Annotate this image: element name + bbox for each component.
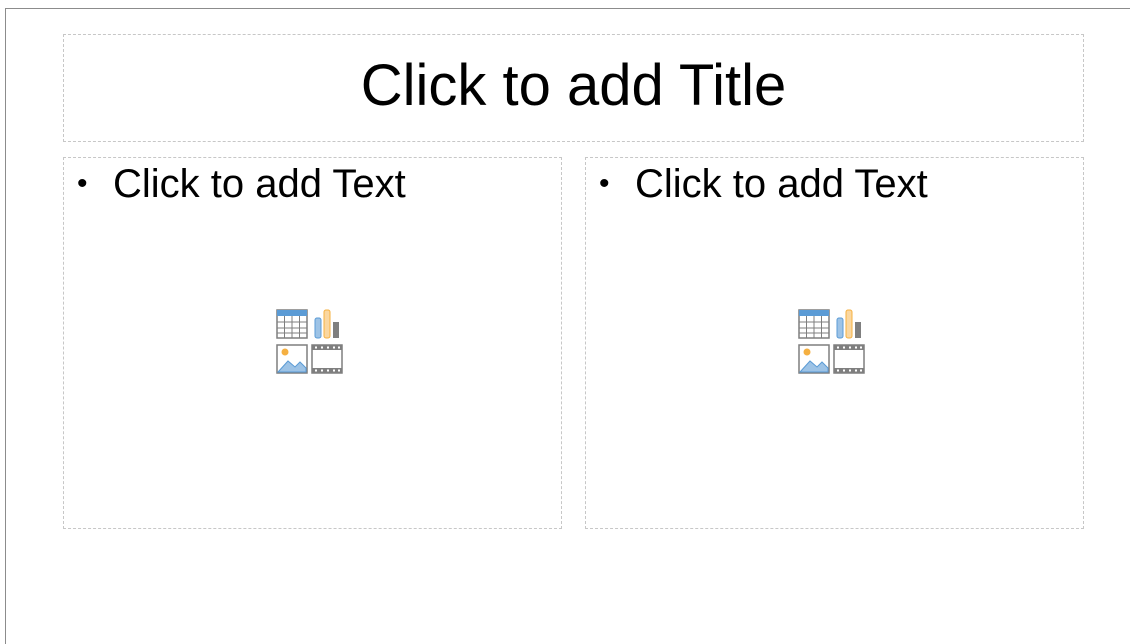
insert-image-icon[interactable] <box>276 343 311 378</box>
bullet-marker: • <box>599 167 610 200</box>
insert-video-icon[interactable] <box>311 343 346 378</box>
content-placeholder-right[interactable]: • Click to add Text <box>585 157 1084 529</box>
insert-table-icon[interactable] <box>798 308 833 343</box>
insert-video-icon[interactable] <box>833 343 868 378</box>
insert-chart-icon[interactable] <box>833 308 868 343</box>
text-placeholder-row: • Click to add Text <box>599 160 928 208</box>
content-placeholder-left[interactable]: • Click to add Text <box>63 157 562 529</box>
insert-image-icon[interactable] <box>798 343 833 378</box>
bullet-marker: • <box>77 167 88 200</box>
slide-canvas: Click to add Title • Click to add Text •… <box>5 8 1130 644</box>
insert-object-icons <box>798 308 868 378</box>
text-placeholder-label: Click to add Text <box>113 162 406 206</box>
text-placeholder-row: • Click to add Text <box>77 160 406 208</box>
title-placeholder-text: Click to add Title <box>360 53 787 118</box>
title-placeholder[interactable]: Click to add Title <box>63 34 1084 142</box>
text-placeholder-label: Click to add Text <box>635 162 928 206</box>
insert-table-icon[interactable] <box>276 308 311 343</box>
insert-chart-icon[interactable] <box>311 308 346 343</box>
insert-object-icons <box>276 308 346 378</box>
